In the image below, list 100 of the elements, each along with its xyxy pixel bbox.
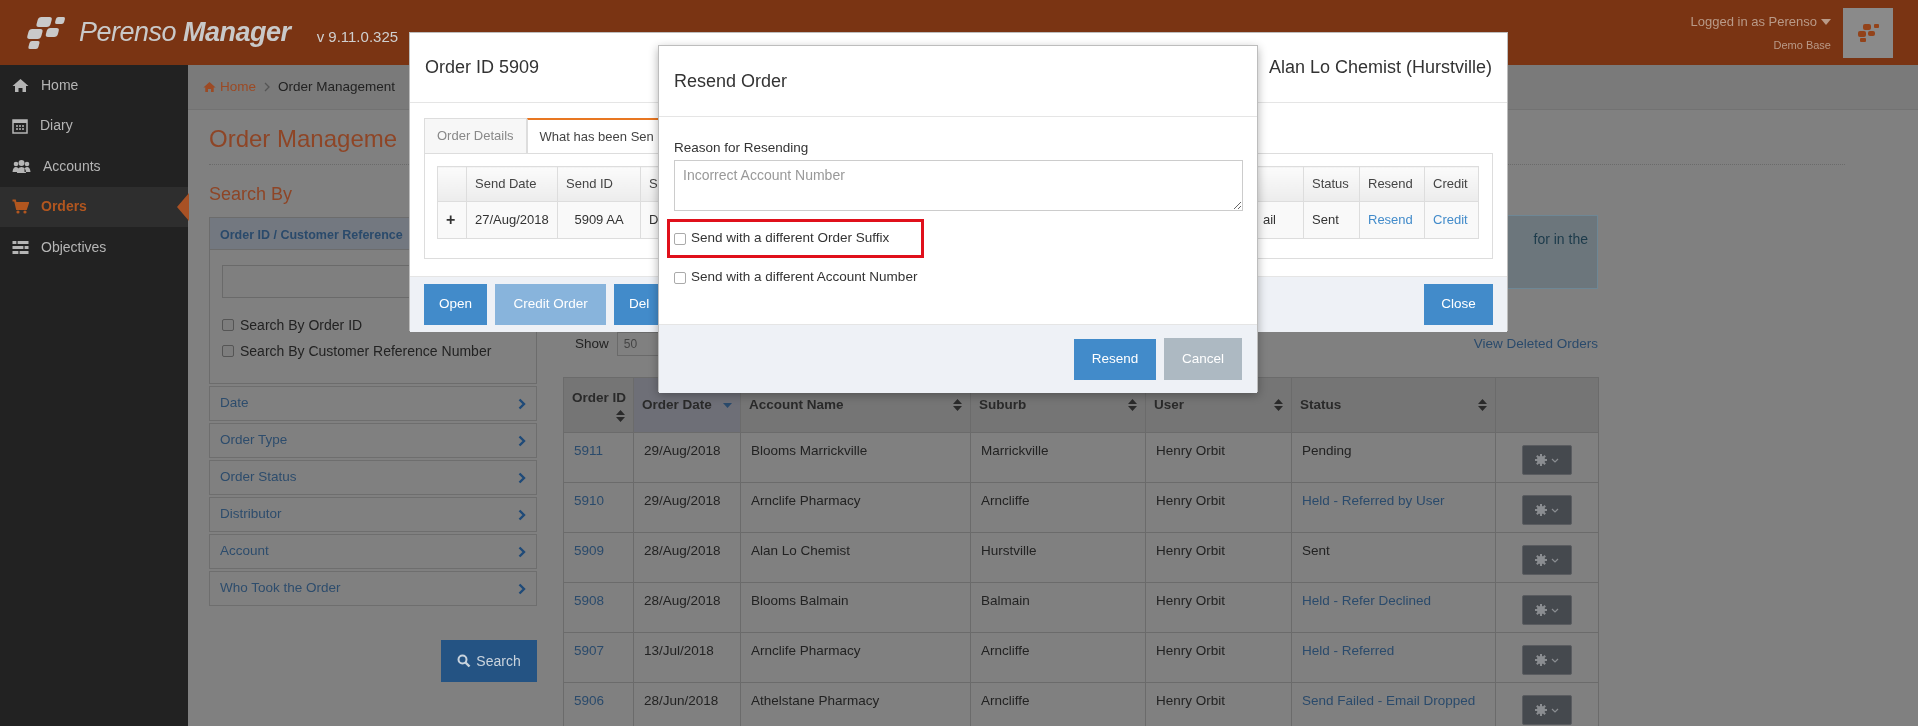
sort-icon[interactable] xyxy=(953,399,962,411)
customer-name: Alan Lo Chemist (Hurstville) xyxy=(1268,56,1492,79)
table-cell: Sent xyxy=(1303,201,1360,239)
table-link[interactable]: Credit xyxy=(1424,201,1479,239)
app-logo-text: Perenso Manager xyxy=(79,16,291,50)
settings-dropdown-button[interactable] xyxy=(1522,695,1572,725)
settings-dropdown-button[interactable] xyxy=(1522,595,1572,625)
sidebar-item[interactable]: Home xyxy=(0,65,188,106)
database-text: Demo Base xyxy=(1772,37,1831,53)
column-header: Resend xyxy=(1359,166,1425,202)
caret-icon xyxy=(1551,557,1559,563)
settings-dropdown-button[interactable] xyxy=(1522,495,1572,525)
checkbox[interactable] xyxy=(674,271,686,284)
section-heading: Search By xyxy=(209,184,293,204)
filter-item[interactable]: Order Type xyxy=(209,423,537,458)
sidebar-item[interactable]: Orders xyxy=(0,186,188,227)
settings-dropdown-button[interactable] xyxy=(1522,445,1572,475)
settings-dropdown-button[interactable] xyxy=(1522,645,1572,675)
status-link[interactable]: Held - Referred xyxy=(1291,632,1496,683)
checkbox[interactable] xyxy=(222,319,234,331)
checkbox-label: Search By Customer Reference Number xyxy=(240,341,492,361)
order-link[interactable]: 5911 xyxy=(563,432,634,483)
table-cell: 5909 AA xyxy=(557,201,641,239)
table-cell: 28/Aug/2018 xyxy=(633,532,741,583)
logo-icon xyxy=(1855,22,1881,43)
sidebar-item[interactable]: Diary xyxy=(0,105,188,146)
settings-icon xyxy=(1535,654,1547,666)
order-link[interactable]: 5908 xyxy=(563,582,634,633)
checkbox-label: Send with a different Order Suffix xyxy=(691,229,890,248)
avatar-button[interactable] xyxy=(1843,7,1893,58)
column-header: Credit xyxy=(1424,166,1479,202)
column-header: Send Date xyxy=(466,166,558,202)
column-header[interactable]: Status xyxy=(1291,377,1496,433)
sort-icon[interactable] xyxy=(1478,399,1487,411)
table-cell: Blooms Marrickville xyxy=(740,432,971,483)
sidebar-item[interactable]: Accounts xyxy=(0,146,188,187)
chevron-icon xyxy=(518,471,526,484)
list-icon xyxy=(12,239,29,255)
caret-icon xyxy=(1821,18,1831,25)
table-cell: Pending xyxy=(1291,432,1496,483)
reason-field[interactable]: Incorrect Account Number xyxy=(674,160,1243,211)
breadcrumb-link[interactable]: Home xyxy=(203,76,256,98)
status-link[interactable]: Held - Refer Declined xyxy=(1291,582,1496,633)
expand-button[interactable]: + xyxy=(437,201,467,239)
settings-icon xyxy=(1535,604,1547,616)
sort-desc-icon[interactable] xyxy=(723,402,732,408)
checkbox-label: Send with a different Account Number xyxy=(691,268,918,287)
sidebar-item[interactable]: Objectives xyxy=(0,227,188,268)
chevron-icon xyxy=(518,582,526,595)
chevron-icon xyxy=(518,508,526,521)
table-cell: Marrickville xyxy=(970,432,1146,483)
view-deleted-link[interactable]: View Deleted Orders xyxy=(1473,333,1598,355)
user-menu[interactable]: Logged in as Perenso xyxy=(1690,12,1817,32)
table-cell: Blooms Balmain xyxy=(740,582,971,633)
settings-icon xyxy=(1535,704,1547,716)
table-cell: Henry Orbit xyxy=(1145,482,1292,533)
table-cell: Arncliffe xyxy=(970,632,1146,683)
chevron-icon xyxy=(264,82,270,92)
version-text: v 9.11.0.325 xyxy=(316,27,399,48)
table-link[interactable]: Resend xyxy=(1359,201,1425,239)
filter-item[interactable]: Who Took the Order xyxy=(209,571,537,606)
settings-icon xyxy=(1535,454,1547,466)
filter-item[interactable]: Date xyxy=(209,386,537,421)
settings-icon xyxy=(1535,504,1547,516)
show-label: Show xyxy=(575,334,609,353)
table-cell: 29/Aug/2018 xyxy=(633,432,741,483)
status-link[interactable]: Held - Referred by User xyxy=(1291,482,1496,533)
sort-icon[interactable] xyxy=(616,410,625,423)
notice-text: for in the xyxy=(1533,230,1588,249)
table-cell: Sent xyxy=(1291,532,1496,583)
checkbox[interactable] xyxy=(222,345,234,357)
checkbox[interactable] xyxy=(674,232,686,245)
filter-item[interactable]: Distributor xyxy=(209,497,537,532)
table-cell: Hurstville xyxy=(970,532,1146,583)
caret-icon xyxy=(1551,507,1559,513)
table-cell: 13/Jul/2018 xyxy=(633,632,741,683)
sort-icon[interactable] xyxy=(1274,399,1283,411)
sort-icon[interactable] xyxy=(1128,399,1137,411)
order-link[interactable]: 5906 xyxy=(563,682,634,726)
home-icon xyxy=(203,81,216,93)
order-link[interactable]: 5910 xyxy=(563,482,634,533)
close-button[interactable]: Close xyxy=(1424,284,1493,325)
settings-icon xyxy=(1535,554,1547,566)
table-cell: Henry Orbit xyxy=(1145,582,1292,633)
order-link[interactable]: 5909 xyxy=(563,532,634,583)
resend-button[interactable]: Resend xyxy=(1074,338,1156,380)
caret-icon xyxy=(1551,457,1559,463)
cancel-button[interactable]: Cancel xyxy=(1164,338,1242,380)
column-header: Send ID xyxy=(557,166,641,202)
column-header[interactable]: Order ID xyxy=(563,377,634,433)
settings-dropdown-button[interactable] xyxy=(1522,545,1572,575)
order-link[interactable]: 5907 xyxy=(563,632,634,683)
tab[interactable]: Order Details xyxy=(424,118,527,153)
page-title: Order Manageme xyxy=(209,124,398,154)
table-cell: Balmain xyxy=(970,582,1146,633)
filter-item[interactable]: Order Status xyxy=(209,460,537,495)
chevron-icon xyxy=(518,434,526,447)
filter-item[interactable]: Account xyxy=(209,534,537,569)
modal-button[interactable]: Open xyxy=(424,284,488,325)
search-button[interactable]: Search xyxy=(441,640,537,682)
